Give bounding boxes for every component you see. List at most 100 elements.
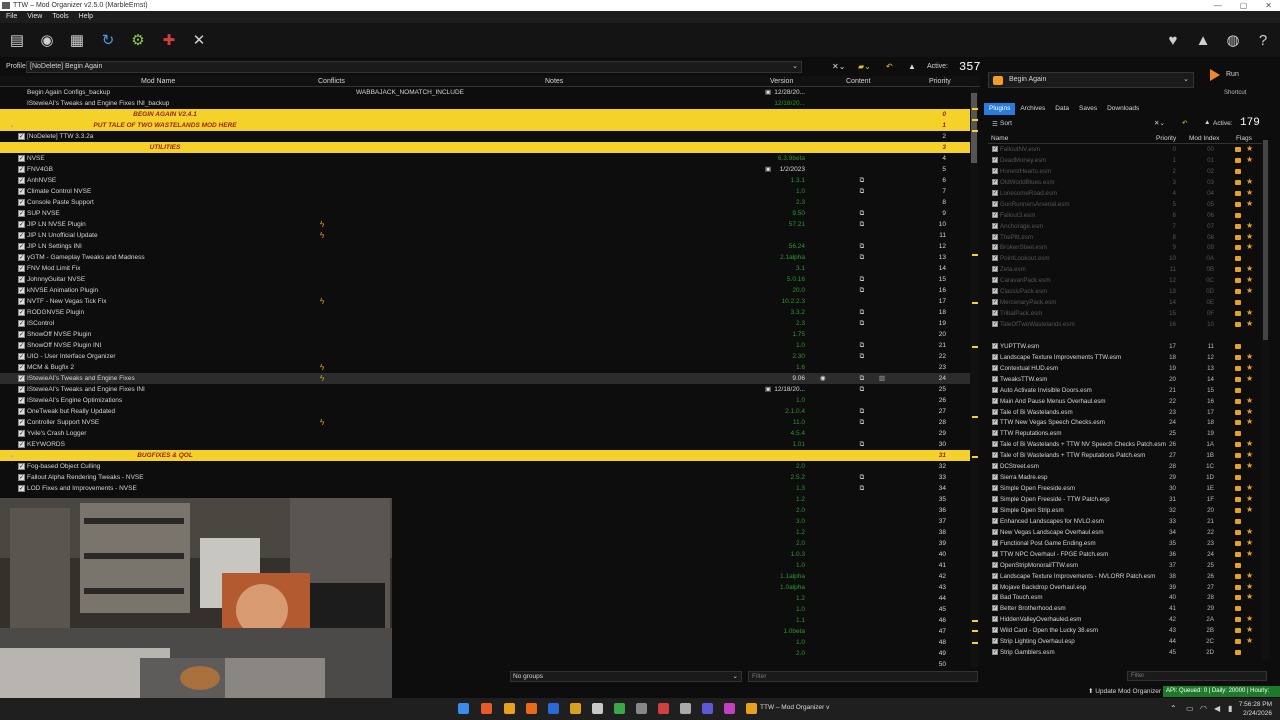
mod-row[interactable]: ✓ FNV4GB ▣ 1/2/2023 5 xyxy=(0,164,970,175)
plugin-row[interactable]: ✓ Strip Lighting Overhaul.esp 44 2C ★ xyxy=(988,636,1264,647)
mod-row[interactable]: ✓ MCM & Bugfix 2 ϟ 1.6 23 xyxy=(0,362,970,373)
app-icon[interactable] xyxy=(614,703,625,714)
plugin-checkbox[interactable]: ✓ xyxy=(992,572,998,579)
scrollbar-thumb[interactable] xyxy=(971,93,977,163)
plugin-row[interactable]: ✓ Auto Activate Invisible Doors.esm 21 15 xyxy=(988,385,1264,396)
mod-checkbox[interactable]: ✓ xyxy=(18,243,25,250)
restore-backup-icon[interactable]: ↶ xyxy=(886,62,893,71)
plugin-checkbox[interactable]: ✓ xyxy=(992,353,998,360)
plugin-row[interactable]: ✓ Wild Card - Open the Lucky 38.esm 43 2B ★ xyxy=(988,625,1264,636)
profile-launch-select[interactable]: Begin Again ⌄ xyxy=(988,72,1194,88)
mod-row[interactable]: ✓ ShowOff NVSE Plugin 1.75 20 xyxy=(0,329,970,340)
mod-row[interactable]: ✓ [NoDelete] TTW 3.3.2a 2 xyxy=(0,131,970,142)
close-button[interactable]: ✕ xyxy=(1265,0,1272,11)
mod-row[interactable]: ✓ JIP LN NVSE Plugin ϟ 57.21 ⧉ 10 xyxy=(0,219,970,230)
battery-icon[interactable]: ▮ xyxy=(1228,704,1232,713)
plugin-row[interactable]: ✓ Functional Post Game Ending.esm 35 23 ★ xyxy=(988,538,1264,549)
col-priority[interactable]: Priority xyxy=(1156,134,1176,144)
endorse-heart-icon[interactable]: ♥ xyxy=(1162,29,1184,51)
plugin-row[interactable]: ✓ Tale of Bi Wastelands + TTW Reputations… xyxy=(988,450,1264,461)
tools-dropdown-icon[interactable]: ✕⌄ xyxy=(832,62,845,71)
minimize-button[interactable]: — xyxy=(1214,0,1222,11)
plugin-checkbox[interactable]: ✓ xyxy=(992,266,998,273)
plugin-row[interactable]: ✓ Fallout3.esm 6 06 xyxy=(988,210,1264,221)
menu-tools[interactable]: Tools xyxy=(52,11,68,23)
plugin-row[interactable]: ✓ ThePitt.esm 8 08 ★ xyxy=(988,232,1264,243)
plugin-row[interactable]: ✓ TTW Reputations.esm 25 19 xyxy=(988,428,1264,439)
plugin-checkbox[interactable]: ✓ xyxy=(992,649,998,656)
windows-start-icon[interactable] xyxy=(458,703,469,714)
plugin-checkbox[interactable]: ✓ xyxy=(992,364,998,371)
plugins-scrollbar[interactable] xyxy=(1262,140,1269,660)
plugin-checkbox[interactable]: ✓ xyxy=(992,375,998,382)
plugin-row[interactable]: ✓ CaravanPack.esm 12 0C ★ xyxy=(988,275,1264,286)
plugin-checkbox[interactable]: ✓ xyxy=(992,244,998,251)
plugin-checkbox[interactable]: ✓ xyxy=(992,539,998,546)
plugin-checkbox[interactable]: ✓ xyxy=(992,386,998,393)
lock-icon[interactable]: ▲ xyxy=(1204,119,1210,126)
mod-organizer-icon[interactable] xyxy=(746,703,757,714)
app-icon[interactable] xyxy=(702,703,713,714)
plugin-checkbox[interactable]: ✓ xyxy=(992,627,998,634)
plugin-row[interactable]: ✓ Simple Open Freeside.esm 30 1E ★ xyxy=(988,483,1264,494)
mod-checkbox[interactable]: ✓ xyxy=(18,155,25,162)
plugin-row[interactable] xyxy=(988,330,1264,341)
mod-row[interactable]: ✓ SUP NVSE 9.50 ⧉ 9 xyxy=(0,208,970,219)
plugin-row[interactable]: ✓ Mojave Backdrop Overhaul.esp 39 27 ★ xyxy=(988,582,1264,593)
mod-checkbox[interactable]: ✓ xyxy=(18,375,25,382)
plugin-checkbox[interactable]: ✓ xyxy=(992,517,998,524)
tools-icon[interactable]: ✚ xyxy=(158,29,180,51)
tab-archives[interactable]: Archives xyxy=(1015,103,1050,115)
mod-row[interactable]: ✓ Yvile's Crash Logger 4.5.4 29 xyxy=(0,428,970,439)
plugin-checkbox[interactable]: ✓ xyxy=(992,189,998,196)
plugin-checkbox[interactable]: ✓ xyxy=(992,222,998,229)
tab-downloads[interactable]: Downloads xyxy=(1102,103,1144,115)
mod-row[interactable]: ✓ ISControl 2.3 ⧉ 19 xyxy=(0,318,970,329)
mod-checkbox[interactable]: ✓ xyxy=(18,474,25,481)
plugin-row[interactable]: ✓ TribalPack.esm 15 0F ★ xyxy=(988,308,1264,319)
plugin-checkbox[interactable]: ✓ xyxy=(992,485,998,492)
mod-checkbox[interactable]: ✓ xyxy=(18,265,25,272)
plugin-checkbox[interactable]: ✓ xyxy=(992,277,998,284)
mod-checkbox[interactable]: ✓ xyxy=(18,353,25,360)
plugin-checkbox[interactable]: ✓ xyxy=(992,583,998,590)
mod-row[interactable]: ✓ LOD Fixes and Improvements - NVSE 1.3 ⧉ 34 xyxy=(0,483,970,494)
plugin-checkbox[interactable]: ✓ xyxy=(992,211,998,218)
app-icon[interactable] xyxy=(636,703,647,714)
mod-checkbox[interactable]: ✓ xyxy=(18,210,25,217)
plugin-row[interactable]: ✓ Contextual HUD.esm 19 13 ★ xyxy=(988,363,1264,374)
mod-filter-input[interactable]: Filter xyxy=(748,671,978,682)
tab-plugins[interactable]: Plugins xyxy=(984,103,1016,115)
plugin-row[interactable]: ✓ BrokenSteel.esm 9 09 ★ xyxy=(988,242,1264,253)
plugin-row[interactable]: ✓ DeadMoney.esm 1 01 ★ xyxy=(988,155,1264,166)
plugin-row[interactable]: ✓ Enhanced Landscapes for NVLO.esm 33 21 xyxy=(988,516,1264,527)
mod-checkbox[interactable]: ✓ xyxy=(18,386,25,393)
tab-saves[interactable]: Saves xyxy=(1074,103,1102,115)
clock[interactable]: 7:56:28 PM 2/24/2026 xyxy=(1239,700,1272,718)
mod-row[interactable]: IStewieAI's Tweaks and Engine Fixes INI_… xyxy=(0,98,970,109)
help-icon[interactable]: ? xyxy=(1252,29,1274,51)
plugin-checkbox[interactable]: ✓ xyxy=(992,342,998,349)
mod-row[interactable]: ✓ UIO - User Interface Organizer 2.30 ⧉ 22 xyxy=(0,351,970,362)
instance-icon[interactable]: ▤ xyxy=(6,29,28,51)
mod-row[interactable]: ✓ ShowOff NVSE Plugin INI 1.0 ⧉ 21 xyxy=(0,340,970,351)
mod-checkbox[interactable]: ✓ xyxy=(18,320,25,327)
plugin-checkbox[interactable]: ✓ xyxy=(992,638,998,645)
mod-row[interactable]: ✓ OneTweak but Really Updated 2.1.0.4 ⧉ 27 xyxy=(0,406,970,417)
plugin-checkbox[interactable]: ✓ xyxy=(992,397,998,404)
plugin-row[interactable]: ✓ GunRunnersArsenal.esm 5 05 ★ xyxy=(988,199,1264,210)
mod-checkbox[interactable]: ✓ xyxy=(18,188,25,195)
plugin-row[interactable]: ✓ ClassicPack.esm 13 0D ★ xyxy=(988,286,1264,297)
mod-checkbox[interactable]: ✓ xyxy=(18,441,25,448)
file-explorer-icon[interactable] xyxy=(570,703,581,714)
run-button[interactable]: Run xyxy=(1200,66,1260,84)
plugin-row[interactable]: ✓ Simple Open Strip.esm 32 20 ★ xyxy=(988,505,1264,516)
mod-row[interactable]: ✓ JIP LN Settings INI 56.24 ⧉ 12 xyxy=(0,241,970,252)
mod-checkbox[interactable]: ✓ xyxy=(18,364,25,371)
scrollbar-thumb[interactable] xyxy=(1263,140,1268,340)
menu-file[interactable]: File xyxy=(6,11,17,23)
col-notes[interactable]: Notes xyxy=(545,76,563,87)
plugin-row[interactable]: ✓ Landscape Texture Improvements - NVLORR… xyxy=(988,571,1264,582)
plugin-row[interactable]: ✓ LonesomeRoad.esm 4 04 ★ xyxy=(988,188,1264,199)
separator-row[interactable]: UTILITIES 3 xyxy=(0,142,970,153)
